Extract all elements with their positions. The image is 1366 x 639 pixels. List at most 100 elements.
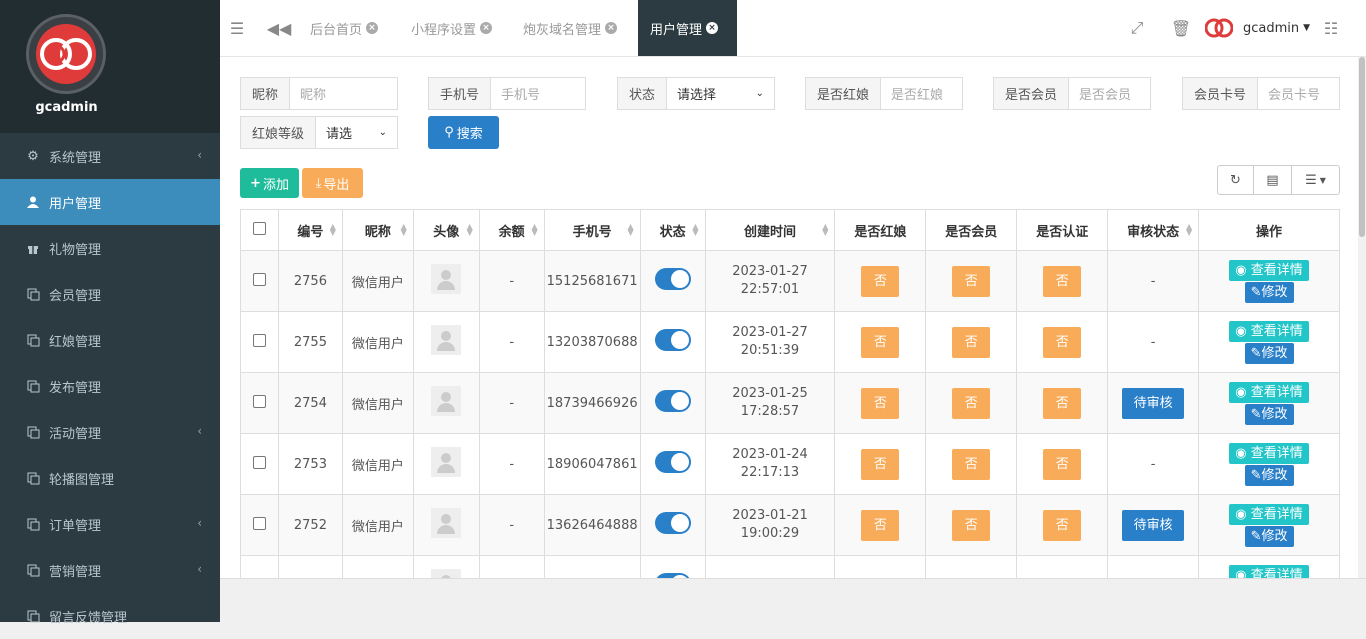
header-review-status[interactable]: 审核状态 ▲ ▼ xyxy=(1107,209,1200,251)
review-status-badge[interactable]: 待审核 xyxy=(1122,509,1185,541)
select-cell xyxy=(240,494,279,556)
close-icon[interactable]: × xyxy=(706,22,719,34)
avatar[interactable] xyxy=(431,569,462,578)
edit-button[interactable]: ✎修改 xyxy=(1244,525,1294,547)
scrollbar-thumb[interactable] xyxy=(1359,57,1365,237)
view-details-button[interactable]: ◉ 查看详情 xyxy=(1229,442,1309,464)
header-balance[interactable]: 余额 ▲ ▼ xyxy=(478,209,545,251)
tab-user-management[interactable]: 用户管理 × xyxy=(638,0,737,56)
view-details-button[interactable]: ◉ 查看详情 xyxy=(1229,564,1309,578)
phone-input[interactable]: 手机号 xyxy=(491,78,585,109)
is-matchmaker-input[interactable]: 是否红娘 xyxy=(881,78,962,109)
is-member-input[interactable]: 是否会员 xyxy=(1069,78,1150,109)
status-select[interactable]: 请选择 ⌄ xyxy=(667,78,774,109)
close-icon[interactable]: × xyxy=(605,22,618,34)
review-status-cell: - xyxy=(1107,250,1200,312)
verified-badge[interactable]: 否 xyxy=(1043,509,1082,541)
sidebar-item-users[interactable]: 用户管理 xyxy=(0,179,220,225)
list-alt-icon: ▤ xyxy=(1266,172,1279,188)
nickname-cell: 微信用户 xyxy=(341,311,414,373)
matchmaker-badge[interactable]: 否 xyxy=(861,265,900,297)
avatar[interactable] xyxy=(431,386,462,416)
header-created[interactable]: 创建时间 ▲ ▼ xyxy=(704,209,836,251)
status-toggle[interactable] xyxy=(654,268,691,290)
status-cell xyxy=(639,494,706,556)
close-icon[interactable]: × xyxy=(366,22,379,34)
row-checkbox[interactable] xyxy=(252,455,266,469)
member-badge[interactable]: 否 xyxy=(952,509,991,541)
member-card-input[interactable]: 会员卡号 xyxy=(1258,78,1339,109)
fullscreen-icon[interactable]: ⤢ xyxy=(1126,0,1148,56)
sidebar-item-feedback[interactable]: 留言反馈管理 xyxy=(0,593,220,639)
status-toggle[interactable] xyxy=(654,451,691,473)
view-details-button[interactable]: ◉ 查看详情 xyxy=(1229,503,1309,525)
sidebar-item-gifts[interactable]: 礼物管理 xyxy=(0,225,220,271)
member-badge[interactable]: 否 xyxy=(952,387,991,419)
matchmaker-badge[interactable]: 否 xyxy=(861,387,900,419)
avatar-cell xyxy=(412,311,480,373)
sidebar-item-system[interactable]: ⚙ 系统管理 ‹ xyxy=(0,133,220,179)
avatar[interactable] xyxy=(431,325,462,355)
row-checkbox[interactable] xyxy=(252,394,266,408)
refresh-button[interactable]: ↻ xyxy=(1217,165,1254,195)
edit-button[interactable]: ✎修改 xyxy=(1244,281,1294,303)
member-badge[interactable]: 否 xyxy=(952,265,991,297)
edit-button[interactable]: ✎修改 xyxy=(1244,464,1294,486)
status-toggle[interactable] xyxy=(654,512,691,534)
sidebar-item-marketing[interactable]: 营销管理 ‹ xyxy=(0,547,220,593)
review-status-badge[interactable]: 待审核 xyxy=(1122,387,1185,419)
columns-button[interactable]: ☰ ▼ xyxy=(1291,165,1340,195)
verified-badge[interactable]: 否 xyxy=(1043,265,1082,297)
header-phone[interactable]: 手机号 ▲ ▼ xyxy=(543,209,641,251)
sidebar-item-activities[interactable]: 活动管理 ‹ xyxy=(0,409,220,455)
sidebar-item-orders[interactable]: 订单管理 ‹ xyxy=(0,501,220,547)
sidebar-item-carousel[interactable]: 轮播图管理 xyxy=(0,455,220,501)
verified-badge[interactable]: 否 xyxy=(1043,326,1082,358)
balance-cell: - xyxy=(478,372,545,434)
sidebar-item-matchmakers[interactable]: 红娘管理 xyxy=(0,317,220,363)
nickname-input[interactable]: 昵称 xyxy=(290,78,397,109)
avatar[interactable] xyxy=(431,447,462,477)
header-avatar[interactable]: 头像 ▲ ▼ xyxy=(412,209,480,251)
add-button[interactable]: + 添加 xyxy=(240,168,299,198)
user-menu[interactable]: gcadmin ▼ xyxy=(1205,0,1310,56)
tab-home[interactable]: 后台首页 × xyxy=(298,0,390,56)
edit-button[interactable]: ✎修改 xyxy=(1244,403,1294,425)
matchmaker-badge[interactable]: 否 xyxy=(861,509,900,541)
avatar[interactable] xyxy=(431,508,462,538)
view-details-button[interactable]: ◉ 查看详情 xyxy=(1229,381,1309,403)
header-status[interactable]: 状态 ▲ ▼ xyxy=(639,209,706,251)
edit-button[interactable]: ✎修改 xyxy=(1244,342,1294,364)
view-details-button[interactable]: ◉ 查看详情 xyxy=(1229,320,1309,342)
row-checkbox[interactable] xyxy=(252,516,266,530)
hamburger-icon[interactable]: ☰ xyxy=(226,0,248,56)
close-icon[interactable]: × xyxy=(480,22,493,34)
row-checkbox[interactable] xyxy=(252,333,266,347)
avatar[interactable] xyxy=(431,264,462,294)
matchmaker-badge[interactable]: 否 xyxy=(861,448,900,480)
member-badge[interactable]: 否 xyxy=(952,326,991,358)
tabs-left-icon[interactable]: ◀◀ xyxy=(267,0,292,56)
status-toggle[interactable] xyxy=(654,390,691,412)
matchmaker-badge[interactable]: 否 xyxy=(861,326,900,358)
tab-domain-management[interactable]: 炮灰域名管理 × xyxy=(511,0,629,56)
select-all-checkbox[interactable] xyxy=(252,221,266,235)
sidebar-item-members[interactable]: 会员管理 xyxy=(0,271,220,317)
search-button[interactable]: ⚲ 搜索 xyxy=(428,116,499,149)
view-details-button[interactable]: ◉ 查看详情 xyxy=(1229,259,1309,281)
member-badge[interactable]: 否 xyxy=(952,448,991,480)
matchmaker-level-select[interactable]: 请选 ⌄ xyxy=(316,117,397,148)
row-checkbox[interactable] xyxy=(252,272,266,286)
export-button[interactable]: ⤓ 导出 xyxy=(302,168,363,198)
tab-miniprogram-settings[interactable]: 小程序设置 × xyxy=(399,0,504,56)
header-nickname[interactable]: 昵称 ▲ ▼ xyxy=(341,209,414,251)
vertical-scrollbar[interactable] xyxy=(1358,57,1366,578)
header-id[interactable]: 编号 ▲ ▼ xyxy=(277,209,343,251)
trash-icon[interactable]: 🗑 xyxy=(1170,0,1192,56)
status-toggle[interactable] xyxy=(654,329,691,351)
list-icon[interactable]: ☷ xyxy=(1320,0,1342,56)
toggle-view-button[interactable]: ▤ xyxy=(1253,165,1292,195)
sidebar-item-publish[interactable]: 发布管理 xyxy=(0,363,220,409)
verified-badge[interactable]: 否 xyxy=(1043,448,1082,480)
verified-badge[interactable]: 否 xyxy=(1043,387,1082,419)
